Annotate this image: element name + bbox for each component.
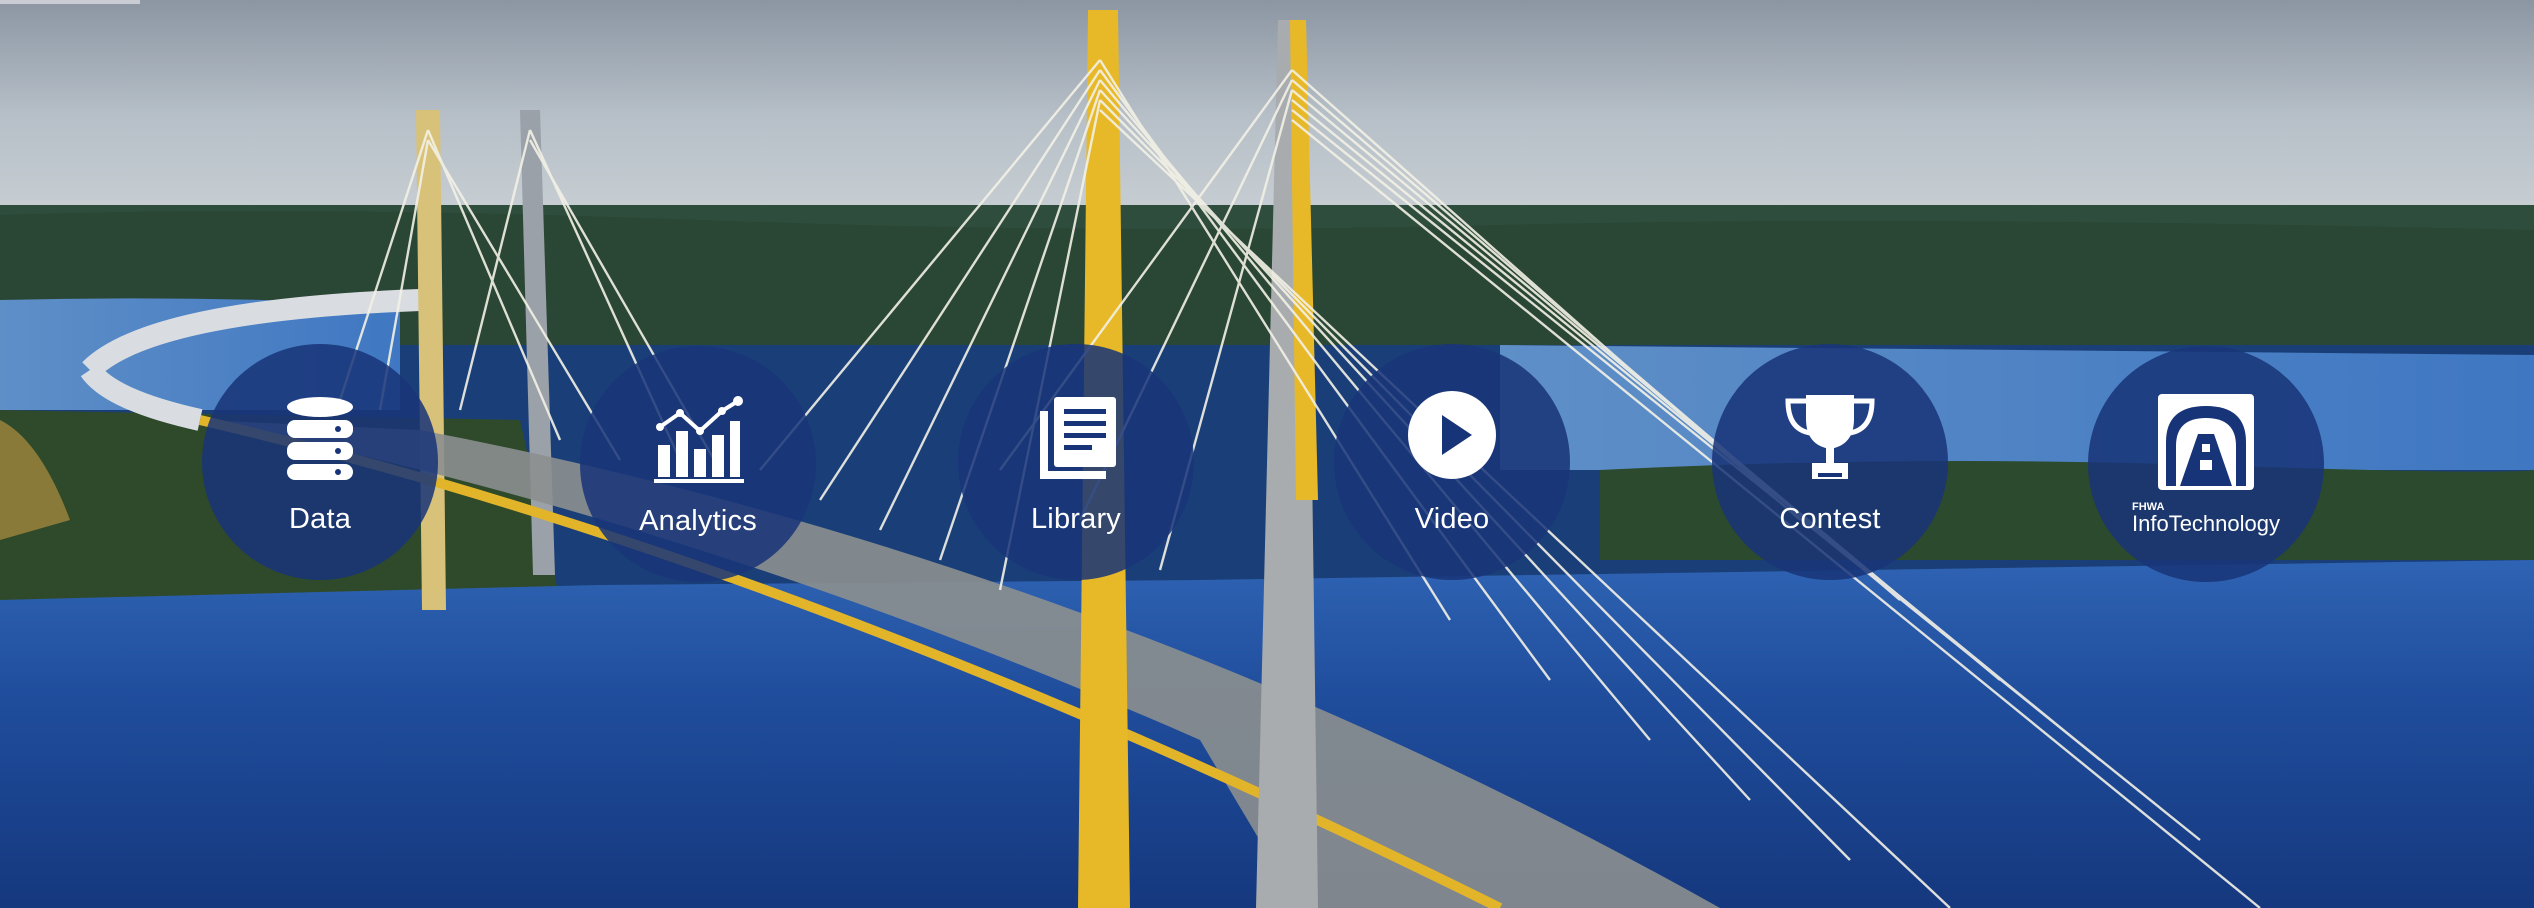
nav-video-label: Video xyxy=(1414,502,1490,535)
top-bar-fragment xyxy=(0,0,140,4)
bar-line-chart-icon xyxy=(654,395,744,483)
database-icon xyxy=(287,396,353,480)
nav-analytics-label: Analytics xyxy=(639,504,757,537)
nav-contest-button[interactable]: Contest xyxy=(1712,344,1948,580)
nav-infotechnology-label: InfoTechnology xyxy=(2132,510,2280,536)
documents-icon xyxy=(1040,396,1116,479)
nav-infotechnology-button[interactable]: FHWA InfoTechnology xyxy=(2088,346,2324,582)
play-icon xyxy=(1408,390,1496,479)
road-tunnel-logo-icon xyxy=(2158,393,2254,490)
nav-data-label: Data xyxy=(288,502,352,535)
trophy-icon xyxy=(1785,394,1875,479)
nav-library-button[interactable]: Library xyxy=(958,344,1194,580)
infotechnology-wordmark: FHWA InfoTechnology xyxy=(2132,501,2280,536)
nav-contest-label: Contest xyxy=(1779,502,1881,535)
nav-video-button[interactable]: Video xyxy=(1334,344,1570,580)
nav-analytics-button[interactable]: Analytics xyxy=(580,346,816,582)
nav-data-button[interactable]: Data xyxy=(202,344,438,580)
nav-library-label: Library xyxy=(1030,502,1122,535)
hero-banner: Data Analytics Library Video Contest FHW… xyxy=(0,0,2534,908)
